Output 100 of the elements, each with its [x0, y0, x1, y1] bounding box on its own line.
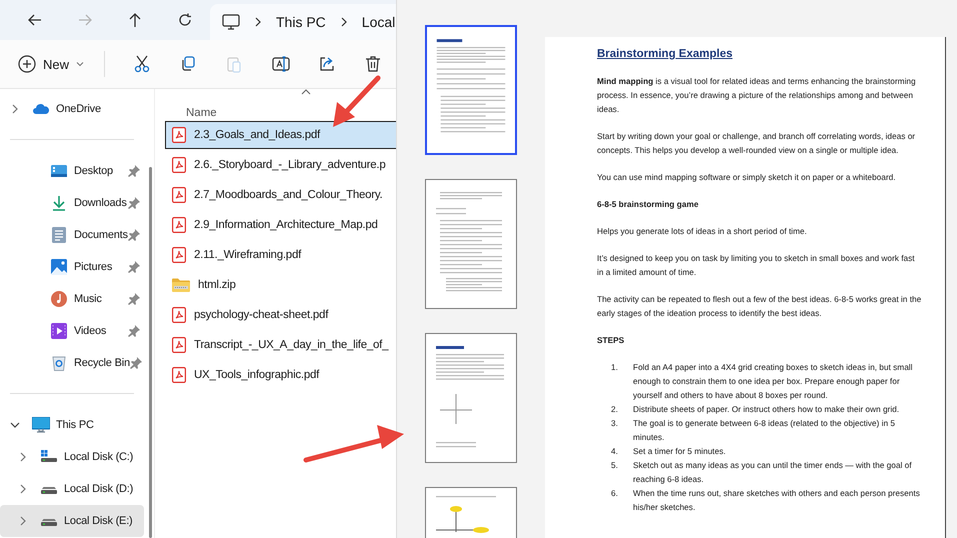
chevron-right-icon: [340, 17, 348, 27]
scissors-icon: [133, 55, 152, 73]
sidebar-item[interactable]: Downloads: [0, 187, 144, 219]
picture-icon: [51, 259, 67, 275]
file-item[interactable]: 2.9_Information_Architecture_Map.pd: [165, 211, 396, 239]
list-number: 5.: [611, 459, 619, 472]
item-label: Local Disk (C:): [64, 451, 134, 463]
rename-icon: [272, 55, 290, 73]
video-icon: [51, 323, 67, 339]
breadcrumb-item[interactable]: Local: [362, 14, 396, 30]
section-heading: 6-8-5 brainstorming game: [597, 198, 700, 211]
pdf-file-icon: [172, 367, 186, 383]
file-item[interactable]: 2.6._Storyboard_-_Library_adventure.p: [165, 151, 396, 179]
music-icon: [51, 291, 67, 307]
sidebar-item[interactable]: Local Disk (E:): [0, 505, 144, 537]
drive-icon: [40, 450, 58, 464]
document-icon: [52, 227, 66, 243]
trash-icon: [364, 55, 382, 73]
paragraph: Mind mapping is a visual tool for related ideas and terms enhancing the brainstorming process. In essence, you’re drawing a picture of the relationships among and between ideas.: [597, 75, 917, 116]
sidebar-item[interactable]: OneDrive: [0, 93, 144, 125]
file-item[interactable]: UX_Tools_infographic.pdf: [165, 361, 396, 389]
file-item[interactable]: 2.3_Goals_and_Ideas.pdf: [165, 121, 396, 149]
clipboard-icon: [225, 55, 244, 73]
cloud-icon: [32, 103, 50, 115]
item-label: Documents: [74, 229, 128, 241]
paragraph: Start by writing down your goal or challenge, and branch off correlating words, ideas or concepts. This helps you develop a well-rounded view on a single or multiple idea.: [597, 130, 916, 157]
item-label: Pictures: [74, 261, 114, 273]
sidebar-item[interactable]: Documents: [0, 219, 144, 251]
column-header[interactable]: Name: [186, 107, 217, 119]
sidebar-item[interactable]: Videos: [0, 315, 144, 347]
pdf-file-icon: [172, 307, 186, 323]
list-number: 4.: [611, 445, 619, 458]
chevron-right-icon[interactable]: [11, 104, 19, 114]
item-label: Local Disk (E:): [64, 515, 134, 527]
chevron-right-icon: [254, 17, 262, 27]
section-heading: STEPS: [597, 334, 626, 347]
chevron-right-icon[interactable]: [19, 484, 27, 494]
sidebar-item[interactable]: This PC: [0, 409, 144, 441]
plus-circle-icon: [18, 55, 36, 73]
list-item-text: When the time runs out, share sketches with others and each person presents his/her sketches.: [633, 487, 921, 514]
file-item[interactable]: html.zip: [165, 271, 396, 299]
item-label: Downloads: [74, 197, 128, 209]
page-thumbnail[interactable]: [425, 333, 517, 463]
sidebar-item[interactable]: Local Disk (C:): [0, 441, 144, 473]
pdf-file-icon: [172, 127, 186, 143]
file-item[interactable]: Transcript_-_UX_A_day_in_the_life_of_: [165, 331, 396, 359]
monitor-icon: [32, 417, 50, 433]
list-item-text: Sketch out as many ideas as you can until the timer ends — with the goal of reaching 6-8 ideas.: [633, 459, 913, 486]
list-number: 2.: [611, 403, 619, 416]
list-item-text: The goal is to generate between 6-8 ideas (related to the objective) in 5 minutes.: [633, 417, 896, 444]
list-number: 1.: [611, 361, 619, 374]
sort-caret-icon: [301, 89, 311, 95]
sidebar-item[interactable]: Recycle Bin: [0, 347, 144, 379]
file-item[interactable]: psychology-cheat-sheet.pdf: [165, 301, 396, 329]
download-icon: [51, 195, 67, 211]
list-item-text: Fold an A4 paper into a 4X4 grid creating boxes to sketch ideas in, but small enough to constrain them to one idea per box. Prepare enough paper for yourself and others to have about 8 boxes per round.: [633, 361, 914, 402]
desktop-icon: [51, 164, 67, 178]
list-number: 6.: [611, 487, 619, 500]
pdf-file-icon: [172, 337, 186, 353]
chevron-down-icon[interactable]: [10, 421, 20, 429]
paragraph: The activity can be repeated to flesh out a few of the best ideas. 6-8-5 works great in the early stages of the ideation process to identify the best ideas.: [597, 293, 922, 320]
sidebar-item[interactable]: Music: [0, 283, 144, 315]
file-item[interactable]: 2.7_Moodboards_and_Colour_Theory.: [165, 181, 396, 209]
item-label: This PC: [56, 419, 95, 431]
sidebar-item[interactable]: Local Disk (D:): [0, 473, 144, 505]
pdf-file-icon: [172, 247, 186, 263]
pdf-file-icon: [172, 157, 186, 173]
breadcrumb-item[interactable]: This PC: [276, 14, 326, 30]
monitor-icon: [222, 14, 240, 30]
new-button[interactable]: New: [16, 51, 86, 77]
zip-folder-icon: [172, 278, 190, 292]
paragraph: You can use mind mapping software or simply sketch it on paper or a whiteboard.: [597, 171, 897, 184]
item-label: Videos: [74, 325, 108, 337]
annotation-arrow: [333, 76, 380, 127]
paragraph: It’s designed to keep you on task by limiting you to sketch in small boxes and work fast in a limited amount of time.: [597, 252, 916, 279]
item-label: Local Disk (D:): [64, 483, 134, 495]
item-label: OneDrive: [56, 103, 102, 115]
chevron-right-icon[interactable]: [19, 516, 27, 526]
page-thumbnail[interactable]: [425, 25, 517, 155]
sidebar-item[interactable]: Desktop: [0, 155, 144, 187]
file-item[interactable]: 2.11._Wireframing.pdf: [165, 241, 396, 269]
page-thumbnail[interactable]: [425, 179, 517, 309]
item-label: Desktop: [74, 165, 114, 177]
pdf-file-icon: [172, 187, 186, 203]
item-label: Music: [74, 293, 103, 305]
caret-icon: [76, 61, 84, 67]
list-item-text: Distribute sheets of paper. Or instruct others how to make their own grid.: [633, 403, 900, 416]
pdf-file-icon: [172, 217, 186, 233]
share-icon: [318, 55, 336, 73]
address-bar[interactable]: This PC Local: [210, 4, 396, 40]
chevron-right-icon[interactable]: [19, 452, 27, 462]
scrollbar[interactable]: [148, 167, 152, 538]
document-heading: Brainstorming Examples: [597, 47, 734, 61]
sidebar-item[interactable]: Pictures: [0, 251, 144, 283]
list-item-text: Set a timer for 5 minutes.: [633, 445, 726, 458]
item-label: Recycle Bin: [74, 357, 130, 369]
paragraph: Helps you generate lots of ideas in a short period of time.: [597, 225, 808, 238]
back-arrow-icon: [27, 12, 43, 28]
forward-arrow-icon: [77, 12, 93, 28]
list-number: 3.: [611, 417, 619, 430]
